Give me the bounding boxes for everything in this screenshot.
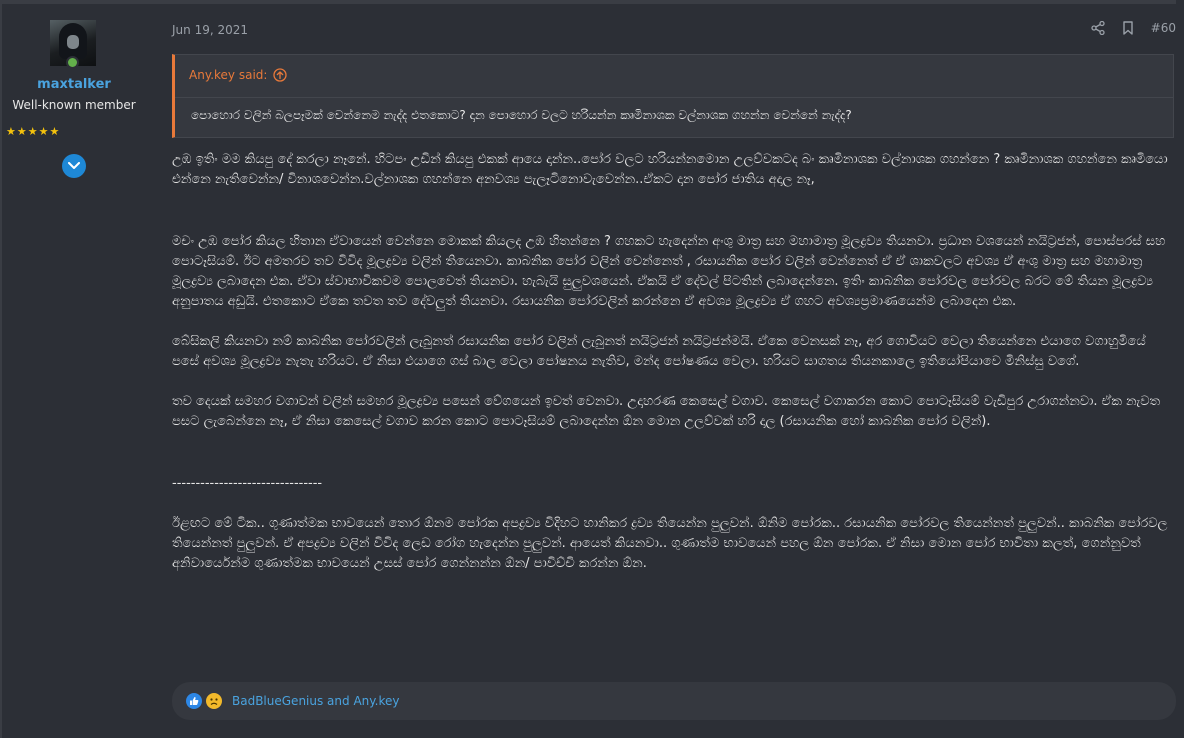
arrow-up-circle-icon[interactable] [273, 68, 288, 82]
sad-icon[interactable] [206, 693, 222, 709]
post-paragraph: මචං උඹ පෝර කියල හිතාන ඒවායෙන් වෙන්නෙ මොක… [172, 234, 1166, 309]
user-title: Well-known member [12, 98, 136, 112]
online-status-icon [66, 56, 79, 69]
post-paragraph: තව දෙයක් සමහර වගාවන් වලින් සමහර මූලද්‍රව… [172, 394, 1161, 429]
like-icon[interactable] [186, 693, 202, 709]
separator-line: -------------------------------- [172, 476, 323, 491]
post-body: උඹ ඉතිං මම කියපු දේ කරලා නෑනේ. හිටපං උඩි… [172, 150, 1172, 574]
post-actions: #60 [1091, 21, 1176, 35]
reaction-users-link[interactable]: BadBlueGenius and Any.key [232, 694, 399, 708]
bookmark-icon[interactable] [1121, 21, 1135, 35]
quote-header[interactable]: Any.key said: [189, 68, 288, 82]
post-paragraph: උඹ ඉතිං මම කියපු දේ කරලා නෑනේ. හිටපං උඩි… [172, 152, 1168, 187]
post-paragraph: බේසිකලි කියනවා නම් කාබනික පෝරවලින් ලැබුන… [172, 334, 1146, 369]
chevron-down-icon [68, 162, 80, 169]
user-stars: ★★★★★ [6, 125, 61, 138]
expand-user-info-button[interactable] [62, 154, 86, 178]
quote-block: Any.key said: පොහොර වලින් බලපෑමක් වෙන්නෙ… [172, 54, 1174, 138]
username-link[interactable]: maxtalker [0, 77, 148, 92]
post-paragraph: ඊළඟට මේ ටික.. ගුණාත්මක භාවයෙන් තොර ඕනම ප… [172, 516, 1168, 571]
quote-divider [175, 97, 1173, 98]
user-sidebar: maxtalker Well-known member ★★★★★ [0, 4, 150, 738]
quote-author[interactable]: Any.key said: [189, 68, 267, 82]
top-border [0, 0, 1176, 4]
post-number-link[interactable]: #60 [1151, 21, 1176, 35]
reactions-bar: BadBlueGenius and Any.key [172, 682, 1176, 720]
post-date[interactable]: Jun 19, 2021 [172, 23, 248, 37]
quote-text: පොහොර වලින් බලපෑමක් වෙන්නෙම නැද්ද එතකොට?… [191, 108, 852, 122]
share-icon[interactable] [1091, 21, 1105, 35]
